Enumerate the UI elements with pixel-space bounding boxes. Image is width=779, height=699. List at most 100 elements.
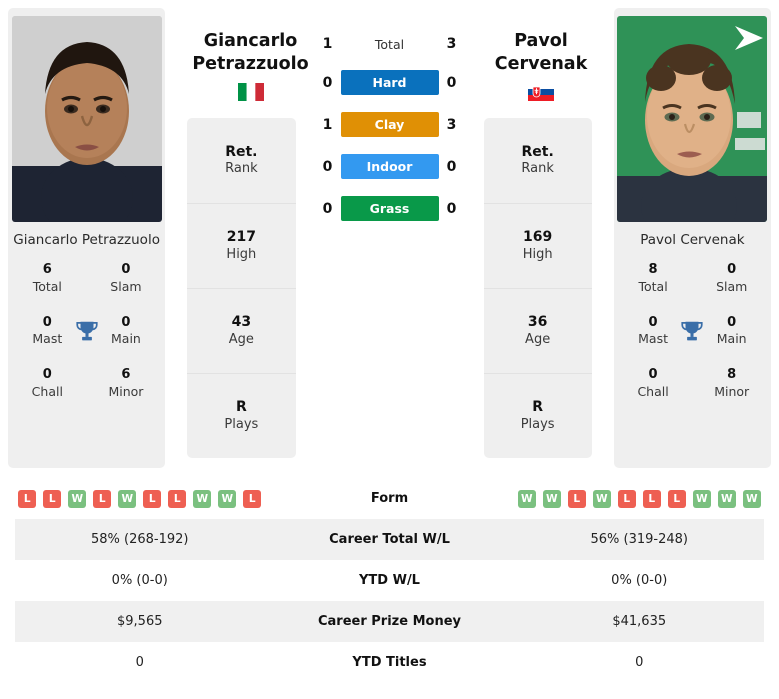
label: Total	[32, 278, 62, 294]
left-stat-high: 217 High	[187, 203, 296, 288]
form-badge-loss: L	[93, 489, 112, 508]
left-score: 1	[322, 35, 333, 52]
right-score: 0	[446, 74, 457, 91]
value: 8	[727, 367, 737, 383]
left-form-cell: LLWLWLLWWL	[15, 489, 265, 508]
right-last-name: Cervenak	[494, 54, 588, 75]
label: Age	[525, 331, 551, 347]
left-stat-rank: Ret. Rank	[187, 118, 295, 203]
value: 0	[42, 367, 52, 383]
right-title-total: 8 Total	[614, 262, 693, 295]
h2h-row-total: 1 Total 3	[310, 34, 470, 53]
value: 0	[121, 262, 131, 278]
form-badge-win: W	[542, 489, 561, 508]
right-score: 0	[446, 158, 457, 175]
row-label-career-prize-money: Career Prize Money	[317, 614, 461, 629]
left-photo-name: Giancarlo Petrazzuolo	[13, 232, 160, 248]
value: R	[235, 399, 247, 416]
surface-bar-grass[interactable]: Grass	[340, 196, 439, 221]
form-badge-loss: L	[18, 489, 37, 508]
right-score: 3	[446, 116, 457, 133]
h2h-row-grass: 0 Grass 0	[310, 196, 470, 221]
form-badge-loss: L	[667, 489, 686, 508]
left-score: 0	[322, 74, 333, 91]
flag-italy-icon	[183, 83, 318, 102]
form-badge-win: W	[692, 489, 711, 508]
surface-bar-clay[interactable]: Clay	[340, 112, 439, 137]
left-first-name: Giancarlo	[203, 31, 298, 51]
value: Ret.	[225, 143, 258, 160]
right-title-slam: 0 Slam	[692, 262, 771, 295]
top-section: Giancarlo Petrazzuolo 6 Total 0 Slam 0 M…	[0, 0, 779, 478]
value: 0	[648, 367, 658, 383]
form-badge-win: W	[218, 489, 237, 508]
left-value: 58% (268-192)	[91, 532, 189, 547]
label: Minor	[108, 384, 144, 400]
label: Minor	[714, 384, 750, 400]
right-title-chall: 0 Chall	[614, 367, 693, 400]
left-form-badges: LLWLWLLWWL	[18, 489, 262, 508]
row-label-career-total-wl: Career Total W/L	[329, 532, 450, 547]
h2h-row-clay: 1 Clay 3	[310, 112, 470, 137]
right-value: 56% (319-248)	[590, 532, 689, 547]
right-player-panel: Pavol Cervenak 8 Total 0 Slam 0 Mast 0 M…	[613, 8, 771, 468]
label: Age	[228, 331, 254, 347]
table-row-career-total-wl: 58% (268-192) Career Total W/L 56% (319-…	[15, 519, 764, 560]
form-badge-loss: L	[143, 489, 162, 508]
right-value: 0	[635, 655, 644, 670]
h2h-row-indoor: 0 Indoor 0	[310, 154, 470, 179]
form-badge-win: W	[717, 489, 736, 508]
right-stat-high: 169 High	[483, 203, 592, 288]
value: 6	[121, 367, 131, 383]
right-value: $41,635	[612, 614, 667, 629]
label: High	[226, 246, 257, 262]
left-stat-age: 43 Age	[187, 288, 296, 373]
h2h-comparison-page: Giancarlo Petrazzuolo 6 Total 0 Slam 0 M…	[0, 0, 779, 699]
left-player-name-header[interactable]: Giancarlo Petrazzuolo	[183, 30, 318, 102]
value: Ret.	[521, 143, 554, 160]
form-badge-loss: L	[243, 489, 262, 508]
label: High	[522, 246, 553, 262]
left-score: 0	[322, 200, 333, 217]
form-badge-win: W	[592, 489, 611, 508]
surface-label-total: Total	[374, 37, 405, 52]
label: Rank	[521, 161, 554, 177]
right-value: 0% (0-0)	[611, 573, 668, 588]
right-stat-plays: R Plays	[483, 373, 592, 458]
left-title-slam: 0 Slam	[87, 262, 166, 295]
form-badge-win: W	[517, 489, 536, 508]
value: 169	[523, 229, 553, 246]
value: 217	[226, 229, 256, 246]
table-row-ytd-wl: 0% (0-0) YTD W/L 0% (0-0)	[15, 560, 764, 601]
label: Plays	[224, 416, 259, 432]
left-title-total: 6 Total	[8, 262, 87, 295]
right-stat-rank: Ret. Rank	[484, 118, 592, 203]
right-score: 0	[446, 200, 457, 217]
label: Chall	[31, 384, 63, 400]
comparison-table: LLWLWLLWWL Form WWLWLLLWWW 58% (268-192)…	[0, 478, 779, 683]
row-label-ytd-titles: YTD Titles	[352, 655, 427, 670]
right-player-photo	[617, 16, 768, 222]
left-value: 0	[135, 655, 144, 670]
label: Chall	[637, 384, 669, 400]
form-badge-loss: L	[43, 489, 62, 508]
form-badge-win: W	[193, 489, 212, 508]
surface-bar-indoor[interactable]: Indoor	[340, 154, 439, 179]
value: 6	[42, 262, 52, 278]
trophy-icon	[681, 321, 703, 341]
right-score: 3	[446, 35, 457, 52]
left-title-chall: 0 Chall	[8, 367, 87, 400]
trophy-icon	[75, 321, 98, 341]
right-form-badges: WWLWLLLWWW	[517, 489, 761, 508]
left-value: $9,565	[117, 614, 163, 629]
right-title-minor: 8 Minor	[692, 367, 771, 400]
right-player-name-header[interactable]: Pavol Cervenak	[466, 30, 616, 102]
row-label-form: Form	[370, 491, 409, 506]
surface-bar-hard[interactable]: Hard	[340, 70, 439, 95]
right-stat-age: 36 Age	[483, 288, 592, 373]
h2h-center-column: 1 Total 3 0 Hard 0 1 Clay 3 0 Indoor 0 0…	[310, 8, 470, 238]
left-stat-card: Ret. Rank 217 High 43 Age R Plays	[187, 118, 296, 458]
left-player-photo	[11, 16, 162, 222]
left-player-panel: Giancarlo Petrazzuolo 6 Total 0 Slam 0 M…	[8, 8, 166, 468]
value: 43	[231, 314, 252, 331]
